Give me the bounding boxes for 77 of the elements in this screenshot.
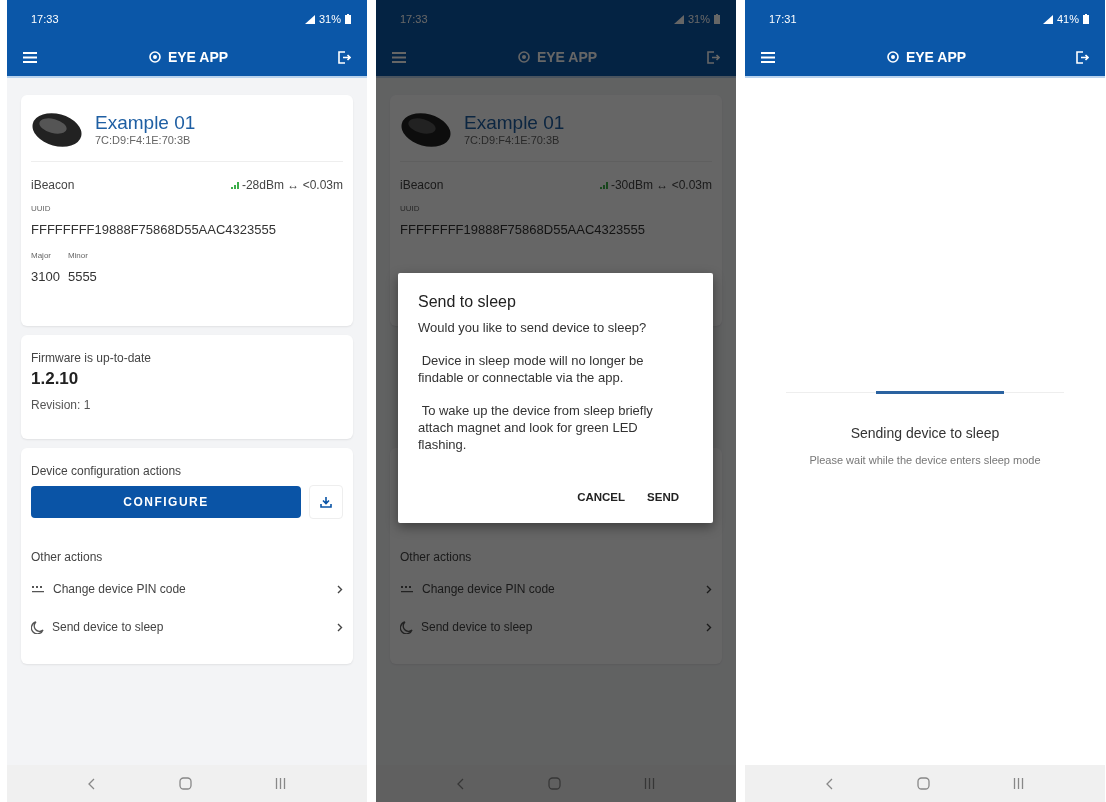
uuid-value: FFFFFFFF19888F75868D55AAC4323555	[31, 222, 277, 237]
beacon-type: iBeacon	[31, 178, 75, 192]
status-time: 17:33	[31, 13, 59, 25]
menu-icon	[761, 51, 775, 63]
back-icon	[88, 777, 97, 790]
progress-subtitle: Please wait while the device enters sleep mode	[809, 454, 1041, 466]
battery-percent: 31%	[687, 13, 710, 25]
download-icon	[320, 496, 332, 508]
signal-reading: -28dBm ↔ <0.03m	[241, 178, 343, 192]
app-title: EYE APP	[905, 49, 967, 65]
configure-button[interactable]: CONFIGURE	[31, 486, 301, 518]
firmware-revision: Revision: 1	[31, 397, 92, 412]
logout-icon	[338, 50, 351, 64]
pin-dots-icon	[400, 585, 414, 593]
chevron-right-icon	[337, 584, 343, 594]
back-icon	[826, 777, 835, 790]
major-label: Major	[31, 251, 52, 260]
uuid-label: UUID	[31, 204, 52, 213]
download-button[interactable]	[309, 485, 343, 519]
action-item[interactable]: Change device PIN code	[31, 570, 343, 608]
app-title: EYE APP	[167, 49, 229, 65]
minor-value: 5555	[67, 269, 97, 284]
config-section-title: Device configuration actions	[31, 464, 183, 478]
dialog-button[interactable]: CANCEL	[577, 491, 626, 503]
signal-bars-icon	[1042, 14, 1053, 24]
menu-icon	[23, 51, 37, 63]
uuid-value: FFFFFFFF19888F75868D55AAC4323555	[400, 222, 646, 237]
home-icon	[548, 777, 561, 790]
eye-logo-icon	[515, 50, 532, 64]
battery-icon	[1083, 14, 1089, 24]
back-icon	[457, 777, 466, 790]
dialog-text: Device in sleep mode will no longer be findable or connectable via the app.	[418, 352, 645, 386]
recents-icon	[643, 778, 655, 789]
progress-title: Sending device to sleep	[850, 425, 1000, 441]
home-icon	[179, 777, 192, 790]
dialog-text: Would you like to send device to sleep?	[418, 319, 648, 336]
major-value: 3100	[31, 269, 60, 284]
pin-dots-icon	[31, 585, 45, 593]
device-mac-address: 7C:D9:F4:1E:70:3B	[95, 134, 192, 146]
signal-bars-icon	[304, 14, 315, 24]
minor-label: Minor	[67, 251, 89, 260]
firmware-version: 1.2.10	[31, 368, 80, 389]
recents-icon	[274, 778, 286, 789]
status-time: 17:31	[769, 13, 797, 25]
chevron-right-icon	[706, 584, 712, 594]
recents-icon	[1012, 778, 1024, 789]
device-mac-address: 7C:D9:F4:1E:70:3B	[464, 134, 561, 146]
battery-percent: 41%	[1056, 13, 1079, 25]
eye-logo-icon	[884, 50, 901, 64]
moon-icon	[31, 620, 44, 634]
moon-icon	[400, 620, 413, 634]
firmware-status: Firmware is up-to-date	[31, 350, 153, 365]
app-title: EYE APP	[536, 49, 598, 65]
battery-percent: 31%	[318, 13, 341, 25]
chevron-right-icon	[706, 622, 712, 632]
beacon-type: iBeacon	[400, 178, 444, 192]
battery-icon	[345, 14, 351, 24]
chevron-right-icon	[337, 622, 343, 632]
home-icon	[917, 777, 930, 790]
action-item[interactable]: Send device to sleep	[31, 608, 343, 646]
signal-icon	[230, 181, 239, 189]
menu-icon	[392, 51, 406, 63]
logout-icon	[707, 50, 720, 64]
logout-icon	[1076, 50, 1089, 64]
eye-logo-icon	[146, 50, 163, 64]
device-name: Example 01	[95, 112, 196, 134]
other-actions-title: Other actions	[400, 550, 473, 564]
signal-bars-icon	[673, 14, 684, 24]
dialog-button[interactable]: SEND	[647, 491, 679, 503]
battery-icon	[714, 14, 720, 24]
other-actions-title: Other actions	[31, 550, 104, 564]
device-name: Example 01	[464, 112, 565, 134]
dialog-text: To wake up the device from sleep briefly attach magnet and look for green LED flashing.	[418, 402, 654, 453]
dialog-title: Send to sleep	[418, 293, 517, 311]
signal-reading: -30dBm ↔ <0.03m	[610, 178, 712, 192]
status-time: 17:33	[400, 13, 428, 25]
signal-icon	[599, 181, 608, 189]
